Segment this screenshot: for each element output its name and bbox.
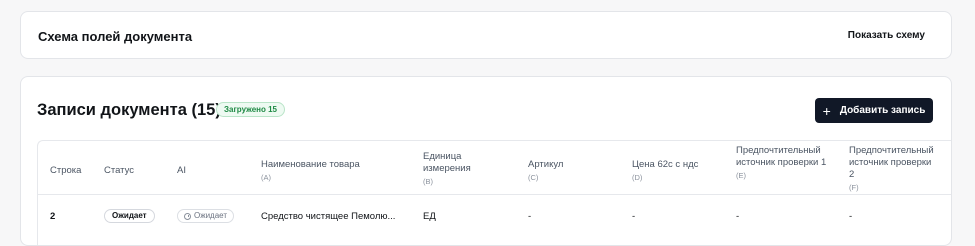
column-header-price[interactable]: Цена 62с с ндс (D) xyxy=(632,159,732,184)
column-header-ai[interactable]: AI xyxy=(177,165,186,177)
cell-unit: ЕД xyxy=(423,211,436,222)
cell-source-2: - xyxy=(849,211,853,222)
ai-status-badge: Ожидает xyxy=(177,209,235,223)
cell-name: Средство чистящее Пемолю... xyxy=(261,211,396,222)
ai-status-label: Ожидает xyxy=(194,211,228,220)
plus-icon: + xyxy=(822,102,831,119)
schema-title: Схема полей документа xyxy=(38,29,193,44)
show-schema-button[interactable]: Показать схему xyxy=(848,30,925,41)
loaded-badge: Загружено 15 xyxy=(216,102,285,117)
cell-price: - xyxy=(632,211,636,222)
column-header-row[interactable]: Строка xyxy=(50,165,81,177)
records-title: Записи документа (15) xyxy=(37,101,221,119)
column-header-source-2[interactable]: Предпочтительный источник проверки 2 (F) xyxy=(849,145,939,194)
column-header-name[interactable]: Наименование товара (A) xyxy=(261,159,411,184)
schema-card: Схема полей документа Показать схему xyxy=(20,11,952,59)
cell-row-number: 2 xyxy=(50,211,56,222)
column-header-source-1[interactable]: Предпочтительный источник проверки 1 (E) xyxy=(736,145,836,182)
cell-source-1: - xyxy=(736,211,740,222)
column-header-article[interactable]: Артикул (C) xyxy=(528,159,618,184)
clock-icon xyxy=(184,212,191,220)
add-record-label: Добавить запись xyxy=(839,105,926,116)
add-record-button[interactable]: + Добавить запись xyxy=(815,98,933,123)
status-badge: Ожидает xyxy=(104,209,155,223)
records-card: Записи документа (15) Загружено 15 + Доб… xyxy=(20,76,952,246)
column-header-unit[interactable]: Единица измерения (B) xyxy=(423,151,493,188)
header-divider xyxy=(38,194,951,195)
records-table: Строка Статус AI Наименование товара (A)… xyxy=(37,140,951,245)
cell-article: - xyxy=(528,211,532,222)
column-header-status[interactable]: Статус xyxy=(104,165,134,177)
